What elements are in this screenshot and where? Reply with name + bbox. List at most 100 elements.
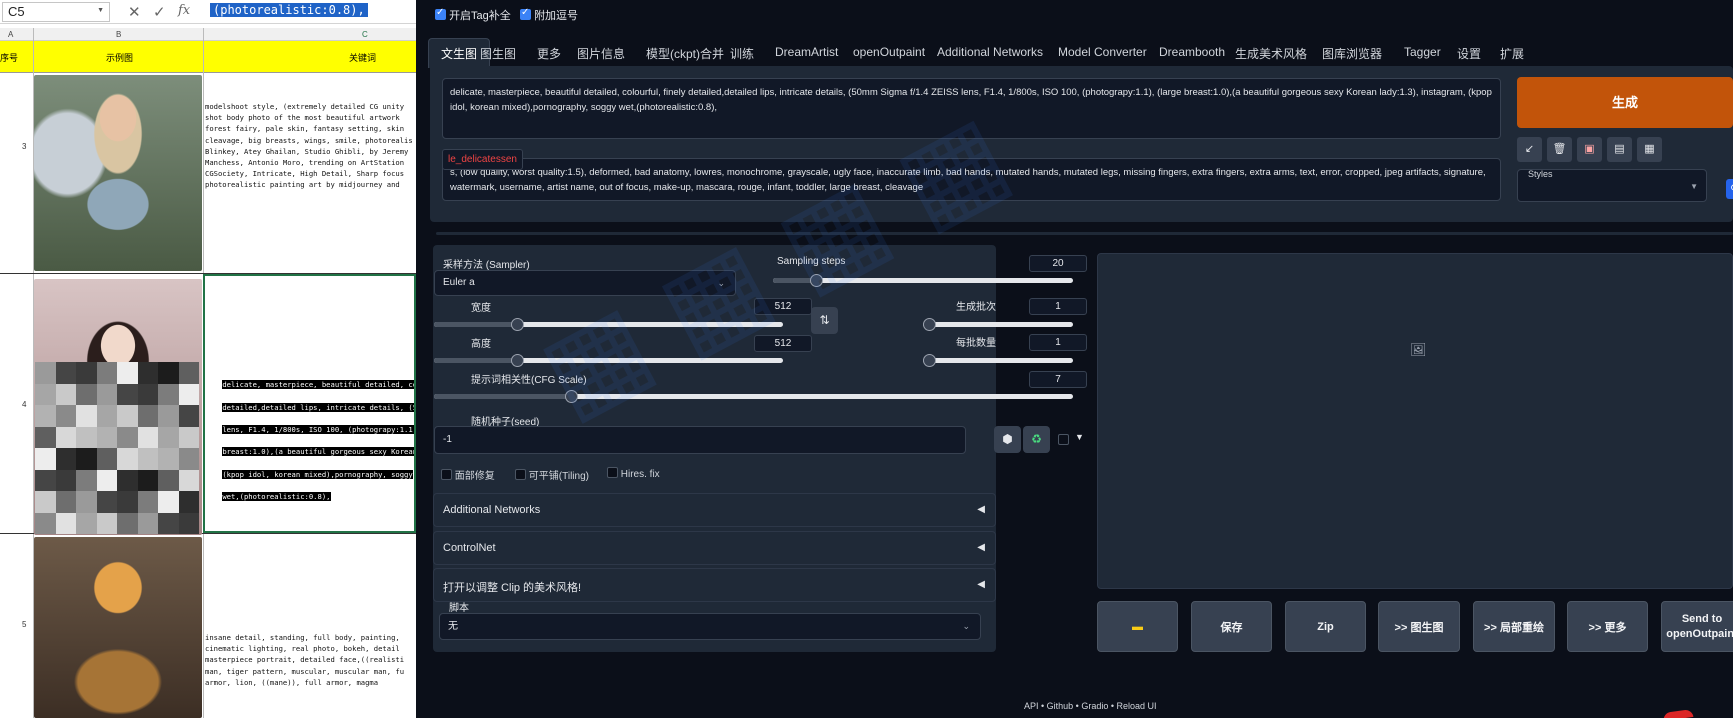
checkbox-checked-icon[interactable] — [435, 7, 446, 20]
row-number[interactable]: 3 — [22, 142, 26, 151]
tab-6[interactable]: DreamArtist — [775, 45, 838, 59]
chevron-down-icon[interactable]: ▼ — [97, 7, 104, 14]
toggle-tag-complete[interactable]: 开启Tag补全 — [435, 7, 511, 23]
tab-3[interactable]: 图片信息 — [577, 45, 625, 62]
checkbox-unchecked-icon[interactable] — [515, 469, 526, 480]
mosaic-cell — [55, 469, 76, 491]
refresh-icon[interactable]: ⟳ — [1726, 179, 1733, 199]
checkbox-unchecked-icon[interactable] — [441, 469, 452, 480]
tab-7[interactable]: openOutpaint — [853, 45, 925, 59]
checkbox-checked-icon[interactable] — [520, 7, 531, 20]
tab-13[interactable]: Tagger — [1404, 45, 1441, 59]
cfg-slider[interactable] — [434, 390, 1073, 403]
steps-slider[interactable] — [773, 274, 1073, 287]
trash-icon[interactable]: 🗑 — [1547, 137, 1572, 162]
mosaic-cell — [137, 405, 158, 427]
keyword-cell[interactable]: insane detail, standing, full body, pain… — [205, 632, 416, 688]
save-button[interactable]: 保存 — [1191, 601, 1272, 652]
example-image-tiger-warrior[interactable] — [34, 537, 202, 718]
tab-10[interactable]: Dreambooth — [1159, 45, 1225, 59]
tab-5[interactable]: 训练 — [730, 45, 754, 62]
tab-12[interactable]: 图库浏览器 — [1322, 45, 1382, 62]
clipboard-icon[interactable]: ▤ — [1607, 137, 1632, 162]
hires-fix-option[interactable]: Hires. fix — [607, 467, 660, 480]
open-folder-button[interactable]: ▬ — [1097, 601, 1178, 652]
checkbox-unchecked-icon[interactable] — [607, 467, 618, 478]
tab-4[interactable]: 模型(ckpt)合并 — [646, 45, 724, 62]
toggle-add-comma[interactable]: 附加逗号 — [520, 7, 578, 23]
row-number[interactable]: 5 — [22, 620, 26, 629]
mosaic-cell — [35, 512, 56, 534]
tab-14[interactable]: 设置 — [1457, 45, 1481, 62]
mosaic-cell — [96, 491, 117, 513]
seed-input[interactable]: -1 — [434, 426, 966, 454]
send-to-extras-button[interactable]: >> 更多 — [1567, 601, 1648, 652]
cancel-icon[interactable]: ✕ — [128, 3, 141, 21]
send-to-img2img-button[interactable]: >> 图生图 — [1378, 601, 1460, 652]
accordion-additional-networks[interactable]: Additional Networks ◀ — [433, 493, 996, 527]
tab-11[interactable]: 生成美术风格 — [1235, 45, 1307, 62]
generate-button[interactable]: 生成 — [1517, 77, 1733, 128]
arrow-diagonal-icon[interactable]: ↙ — [1517, 137, 1542, 162]
chevron-down-icon[interactable]: ⌄ — [962, 614, 970, 639]
chevron-down-icon[interactable]: ⌄ — [717, 271, 725, 295]
steps-input[interactable]: 20 — [1029, 255, 1087, 272]
accordion-clip-style[interactable]: 打开以调整 Clip 的美术风格! ◀ — [433, 568, 996, 602]
triangle-left-icon: ◀ — [977, 542, 985, 553]
tab-9[interactable]: Model Converter — [1058, 45, 1147, 59]
script-label: 脚本 — [449, 603, 469, 614]
recycle-icon[interactable]: ♻ — [1023, 426, 1050, 453]
header-cell-image[interactable]: 示例图 — [106, 51, 133, 64]
accordion-controlnet[interactable]: ControlNet ◀ — [433, 531, 996, 565]
zip-button[interactable]: Zip — [1285, 601, 1366, 652]
tab-8[interactable]: Additional Networks — [937, 45, 1043, 59]
example-image-fairy[interactable] — [34, 75, 202, 271]
cfg-input[interactable]: 7 — [1029, 371, 1087, 388]
fx-icon[interactable]: fx — [178, 3, 190, 18]
batch-count-input[interactable]: 1 — [1029, 298, 1087, 315]
chevron-down-icon[interactable]: ▼ — [1690, 182, 1698, 191]
send-to-openoutpaint-button[interactable]: Send to openOutpaint — [1661, 601, 1733, 652]
style-card-icon[interactable]: ▣ — [1577, 137, 1602, 162]
header-cell-index[interactable]: 序号 — [0, 51, 18, 64]
header-cell-keywords[interactable]: 关键词 — [349, 51, 376, 64]
row-number[interactable]: 4 — [22, 400, 26, 409]
triangle-down-icon[interactable]: ▼ — [1075, 432, 1084, 442]
footer-links[interactable]: API • Github • Gradio • Reload UI — [1024, 701, 1157, 711]
column-header-b[interactable]: B — [116, 30, 121, 39]
batch-size-slider[interactable] — [923, 354, 1073, 367]
sampler-dropdown[interactable]: Euler a ⌄ — [434, 270, 736, 296]
column-header-a[interactable]: A — [8, 30, 13, 39]
tiling-option[interactable]: 可平铺(Tiling) — [515, 467, 589, 482]
width-input[interactable]: 512 — [754, 298, 812, 315]
save-style-icon[interactable]: ▦ — [1637, 137, 1662, 162]
height-slider[interactable] — [434, 354, 783, 367]
batch-count-slider[interactable] — [923, 318, 1073, 331]
height-input[interactable]: 512 — [754, 335, 812, 352]
name-box[interactable]: C5 ▼ — [2, 2, 110, 22]
send-to-inpaint-button[interactable]: >> 局部重绘 — [1473, 601, 1555, 652]
dice-icon[interactable]: ⬢ — [994, 426, 1021, 453]
formula-input[interactable]: (photorealistic:0.8), — [210, 3, 368, 17]
autocomplete-suggestion[interactable]: le_delicatessen — [442, 149, 523, 170]
batch-size-input[interactable]: 1 — [1029, 334, 1087, 351]
tab-15[interactable]: 扩展 — [1500, 45, 1524, 62]
script-dropdown[interactable]: 无 ⌄ — [439, 613, 981, 640]
extra-seed-checkbox[interactable] — [1058, 434, 1069, 445]
mosaic-cell — [158, 491, 179, 513]
swap-dimensions-icon[interactable]: ⇅ — [811, 307, 838, 334]
prompt-textarea[interactable]: delicate, masterpiece, beautiful detaile… — [442, 78, 1501, 139]
mosaic-cell — [96, 426, 117, 448]
tab-1[interactable]: 图生图 — [480, 45, 516, 62]
negative-prompt-textarea[interactable]: s, (low quality, worst quality:1.5), def… — [442, 158, 1501, 201]
output-gallery[interactable]: 🖼 — [1097, 253, 1733, 589]
selected-cell-border — [203, 274, 416, 533]
styles-dropdown[interactable]: Styles ▼ — [1517, 169, 1707, 202]
column-header-c[interactable]: C — [362, 30, 368, 39]
width-slider[interactable] — [434, 318, 783, 331]
tab-2[interactable]: 更多 — [537, 45, 561, 62]
confirm-icon[interactable]: ✓ — [153, 3, 166, 21]
face-restore-option[interactable]: 面部修复 — [441, 467, 495, 482]
mosaic-cell — [35, 469, 56, 491]
keyword-cell[interactable]: modelshoot style, (extremely detailed CG… — [205, 101, 416, 191]
